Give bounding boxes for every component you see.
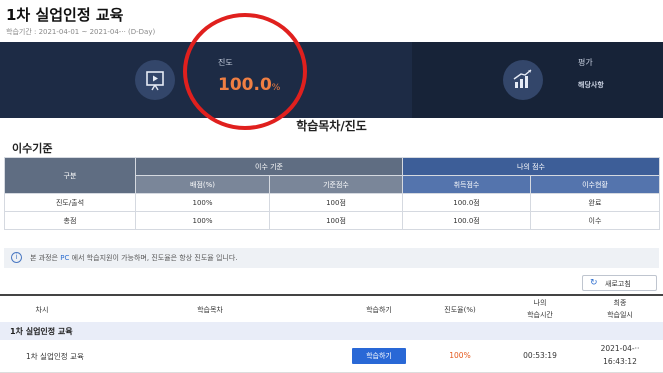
notice-text: 본 과정은 PC 에서 학습지원이 가능하며, 진도율은 항상 진도율 입니다. [30, 253, 238, 263]
item-last-date: 2021-04-·· [600, 344, 640, 353]
header-last-study: 최종 학습일시 [580, 298, 660, 320]
header-gubun: 구분 [4, 157, 136, 194]
evaluation-panel: 평가 해당사항 [412, 42, 663, 118]
header-last-line1: 최종 [613, 299, 627, 307]
header-ratio: 배점(%) [135, 175, 270, 194]
row-standard: 100점 [269, 193, 403, 212]
item-time: 00:53:19 [523, 351, 557, 360]
criteria-table: 구분 이수 기준 나의 점수 배점(%) 기준점수 취득점수 이수현황 진도/출… [4, 157, 660, 230]
list-item: 1차 실업인정 교육 학습하기 100% 00:53:19 2021-04-··… [0, 340, 663, 373]
study-period: 학습기간 : 2021-04-01 ~ 2021-04-·· (D-Day) [6, 28, 156, 36]
criteria-title: 이수기준 [12, 142, 53, 155]
lesson-list-header: 차시 학습목차 학습하기 진도율(%) 나의 학습시간 최종 학습일시 [0, 294, 663, 322]
header-criteria-group: 이수 기준 [135, 157, 403, 176]
group-title: 1차 실업인정 교육 [10, 327, 73, 336]
chart-growth-icon [503, 60, 543, 100]
header-acquired: 취득점수 [402, 175, 531, 194]
presentation-icon [135, 60, 175, 100]
header-score-group: 나의 점수 [402, 157, 660, 176]
info-icon: i [11, 252, 22, 263]
refresh-button[interactable]: ↻ 새로고침 [582, 275, 657, 291]
row-standard: 100점 [269, 211, 403, 230]
table-row: 총점 100% 100점 100.0점 이수 [4, 211, 660, 230]
item-last-time: 16:43:12 [603, 357, 637, 366]
row-acquired: 100.0점 [402, 193, 531, 212]
refresh-label: 새로고침 [605, 280, 631, 288]
notice-bar: i 본 과정은 PC 에서 학습지원이 가능하며, 진도율은 항상 진도율 입니… [4, 248, 659, 268]
header-my-time: 나의 학습시간 [505, 298, 575, 320]
row-ratio: 100% [135, 211, 270, 230]
header-last-line2: 학습일시 [607, 311, 633, 319]
red-annotation-circle [183, 13, 307, 130]
header-study: 학습하기 [366, 306, 392, 314]
header-my-time-line2: 학습시간 [527, 311, 553, 319]
page-title: 1차 실업인정 교육 [6, 6, 124, 24]
header-my-time-line1: 나의 [533, 299, 547, 307]
study-button[interactable]: 학습하기 [352, 348, 406, 364]
refresh-icon: ↻ [590, 278, 598, 288]
item-progress: 100% [449, 351, 471, 360]
header-status: 이수현황 [530, 175, 660, 194]
notice-after: 에서 학습지원이 가능하며, 진도율은 항상 진도율 입니다. [71, 254, 238, 262]
header-progress: 진도율(%) [444, 306, 476, 314]
row-acquired: 100.0점 [402, 211, 531, 230]
lesson-group-row: 1차 실업인정 교육 [0, 322, 663, 340]
evaluation-value: 해당사항 [578, 81, 604, 89]
row-name: 총점 [4, 211, 136, 230]
row-status: 이수 [530, 211, 660, 230]
item-name: 1차 실업인정 교육 [26, 352, 84, 361]
row-ratio: 100% [135, 193, 270, 212]
header-standard: 기준점수 [269, 175, 403, 194]
row-status: 완료 [530, 193, 660, 212]
table-row: 진도/출석 100% 100점 100.0점 완료 [4, 193, 660, 212]
evaluation-label: 평가 [578, 58, 593, 67]
progress-banner: 진도 100.0% 평가 해당사항 [0, 42, 663, 118]
criteria-header-row: 구분 이수 기준 나의 점수 [4, 157, 660, 194]
notice-pc: PC [60, 254, 70, 262]
notice-before: 본 과정은 [30, 254, 58, 262]
section-title: 학습목차/진도 [296, 119, 367, 133]
header-chapter: 차시 [35, 306, 49, 314]
header-toc: 학습목차 [197, 306, 223, 314]
row-name: 진도/출석 [4, 193, 136, 212]
